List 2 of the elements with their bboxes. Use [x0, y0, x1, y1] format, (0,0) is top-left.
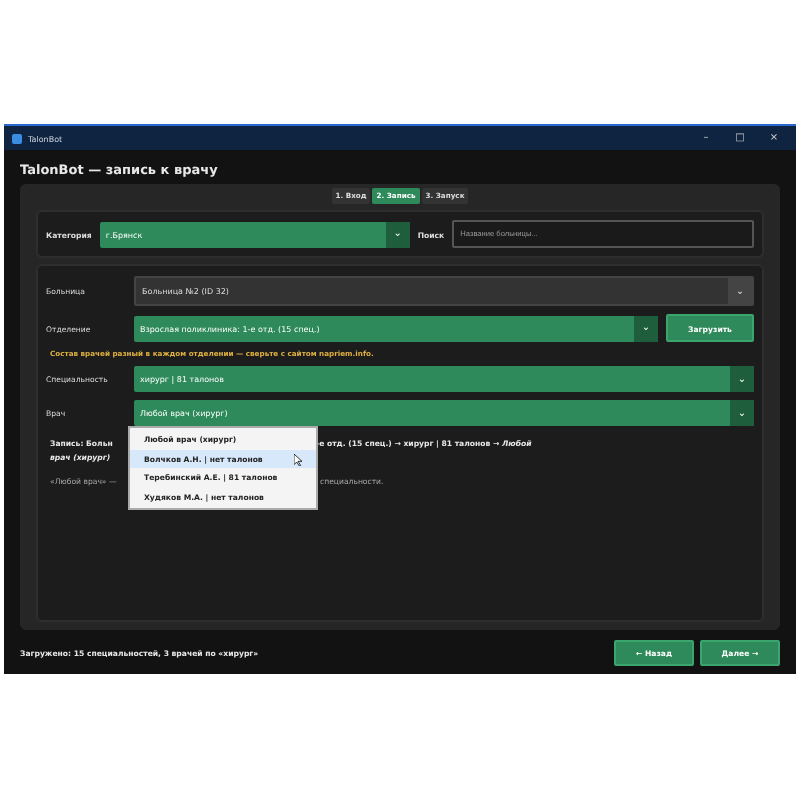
app-icon — [12, 133, 22, 143]
cursor-icon — [294, 453, 302, 466]
